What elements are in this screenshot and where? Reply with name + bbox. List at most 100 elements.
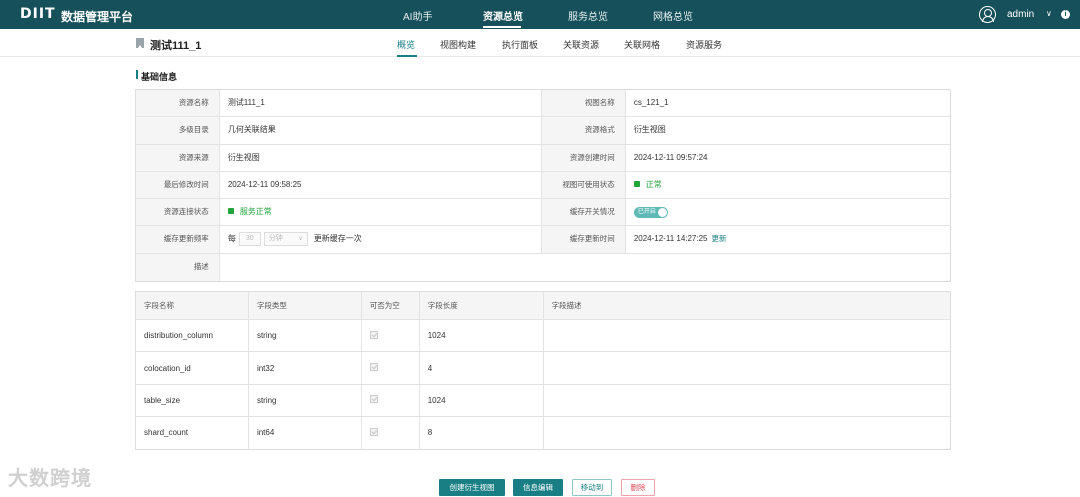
table-row: colocation_id int32 4 xyxy=(135,351,951,385)
cache-time-cell: 2024-12-11 14:27:25 更新 xyxy=(626,226,950,252)
section-title: 基础信息 xyxy=(141,72,178,82)
chevron-down-icon: ∨ xyxy=(298,236,303,243)
app-logo[interactable]: DIIT xyxy=(20,6,56,22)
user-name[interactable]: admin xyxy=(1007,9,1034,20)
tab-view-build[interactable]: 视图构建 xyxy=(440,38,476,51)
view-name-label: 视图名称 xyxy=(542,90,626,117)
catalog-value: 几何关联结果 xyxy=(220,117,542,144)
connection-status-cell: 服务正常 xyxy=(220,199,542,226)
tab-overview[interactable]: 概览 xyxy=(397,38,415,51)
created-time-label: 资源创建时间 xyxy=(542,144,626,171)
field-desc xyxy=(543,351,951,385)
nullable-cell xyxy=(361,383,420,417)
format-label: 资源格式 xyxy=(542,117,626,144)
table-row: shard_count int64 8 xyxy=(135,416,951,450)
nav-grid-overview[interactable]: 网格总览 xyxy=(653,8,693,23)
cache-switch-cell: 已开启 xyxy=(626,199,950,225)
chevron-down-icon[interactable]: ∨ xyxy=(1046,9,1052,18)
col-header-nullable: 可否为空 xyxy=(361,291,420,320)
cache-toggle-label: 已开启 xyxy=(637,209,656,216)
modified-time-label: 最后修改时间 xyxy=(136,171,220,199)
connection-status-label: 资源连接状态 xyxy=(136,199,220,226)
source-value: 衍生视图 xyxy=(220,144,542,171)
field-desc xyxy=(543,318,951,352)
info-row: 资源来源 衍生视图 资源创建时间 2024-12-11 09:57:24 xyxy=(136,144,950,172)
field-name: distribution_column xyxy=(135,318,249,352)
source-label: 资源来源 xyxy=(136,144,220,171)
nullable-cell xyxy=(361,351,420,385)
info-row: 缓存更新频率 每 30 分钟 ∨ 更新缓存一次 缓存更新时间 2024-12-11 14… xyxy=(136,226,950,254)
cache-time-value: 2024-12-11 14:27:25 xyxy=(633,234,708,244)
connection-status-value: 服务正常 xyxy=(239,207,272,217)
field-type: string xyxy=(248,318,362,352)
section-marker xyxy=(136,70,138,79)
description-value xyxy=(220,254,950,281)
cache-frequency-label: 缓存更新频率 xyxy=(136,226,220,253)
cache-switch-label: 缓存开关情况 xyxy=(542,199,626,226)
cache-frequency-prefix: 每 xyxy=(227,234,236,244)
info-icon[interactable]: i xyxy=(1061,10,1070,19)
field-type: string xyxy=(248,383,362,417)
nullable-checkbox xyxy=(369,363,378,372)
cache-frequency-input[interactable]: 30 xyxy=(238,232,261,247)
status-ok-icon xyxy=(227,208,234,215)
resource-name-label: 资源名称 xyxy=(136,90,220,117)
modified-time-value: 2024-12-11 09:58:25 xyxy=(220,171,542,199)
nullable-cell xyxy=(361,318,420,352)
status-ok-icon xyxy=(633,180,640,187)
tab-execution-panel[interactable]: 执行面板 xyxy=(502,38,538,51)
nav-active-indicator xyxy=(483,26,521,28)
nullable-checkbox xyxy=(369,427,378,436)
cache-frequency-cell: 每 30 分钟 ∨ 更新缓存一次 xyxy=(220,226,542,253)
field-length: 4 xyxy=(419,351,544,385)
view-status-label: 视图可使用状态 xyxy=(542,171,626,199)
basic-info-table: 资源名称 测试111_1 视图名称 cs_121_1 多级目录 几何关联结果 资… xyxy=(135,89,951,283)
info-row: 最后修改时间 2024-12-11 09:58:25 视图可使用状态 正常 xyxy=(136,171,950,200)
table-row: table_size string 1024 xyxy=(135,383,951,417)
description-label: 描述 xyxy=(136,253,220,282)
delete-button[interactable]: 删除 xyxy=(621,479,655,496)
table-header-row: 字段名称 字段类型 可否为空 字段长度 字段描述 xyxy=(135,291,951,320)
tab-active-indicator xyxy=(397,55,417,57)
field-name: table_size xyxy=(135,383,249,417)
create-derived-view-button[interactable]: 创建衍生视图 xyxy=(439,479,505,496)
nav-ai-assistant[interactable]: AI助手 xyxy=(403,8,432,23)
info-row: 多级目录 几何关联结果 资源格式 衍生视图 xyxy=(136,117,950,145)
col-header-field-type: 字段类型 xyxy=(248,291,362,320)
field-length: 1024 xyxy=(419,318,544,352)
watermark: 大数跨境 xyxy=(8,466,92,490)
field-name: colocation_id xyxy=(135,351,249,385)
info-row: 资源名称 测试111_1 视图名称 cs_121_1 xyxy=(136,90,950,118)
nav-resource-overview[interactable]: 资源总览 xyxy=(483,8,523,23)
field-length: 8 xyxy=(419,416,544,450)
cache-frequency-unit: 分钟 xyxy=(268,235,283,243)
table-row: distribution_column string 1024 xyxy=(135,318,951,352)
edit-info-button[interactable]: 信息编辑 xyxy=(513,479,563,496)
bookmark-icon xyxy=(136,38,144,48)
toggle-knob xyxy=(657,208,667,218)
tab-related-resources[interactable]: 关联资源 xyxy=(563,38,599,51)
tab-resource-service[interactable]: 资源服务 xyxy=(686,38,722,51)
field-type: int32 xyxy=(248,351,362,385)
move-to-button[interactable]: 移动到 xyxy=(572,479,612,496)
col-header-field-name: 字段名称 xyxy=(135,291,249,320)
format-value: 衍生视图 xyxy=(633,125,666,135)
user-avatar-icon[interactable] xyxy=(979,6,996,23)
created-time-value: 2024-12-11 09:57:24 xyxy=(633,152,708,162)
nullable-checkbox xyxy=(369,395,378,404)
view-status-cell: 正常 xyxy=(626,172,950,198)
cache-refresh-link[interactable]: 更新 xyxy=(712,234,727,243)
field-length: 1024 xyxy=(419,383,544,417)
field-name: shard_count xyxy=(135,416,249,450)
fields-table: 字段名称 字段类型 可否为空 字段长度 字段描述 distribution_co… xyxy=(135,291,951,450)
nav-service-overview[interactable]: 服务总览 xyxy=(568,8,608,23)
view-name-value: cs_121_1 xyxy=(633,98,669,107)
field-type: int64 xyxy=(248,416,362,450)
info-row: 描述 xyxy=(136,253,950,282)
cache-frequency-unit-select[interactable]: 分钟 ∨ xyxy=(263,232,308,247)
cache-frequency-suffix: 更新缓存一次 xyxy=(313,234,362,244)
tab-related-grids[interactable]: 关联网格 xyxy=(624,38,660,51)
resource-name-value: 测试111_1 xyxy=(220,90,542,117)
field-desc xyxy=(543,416,951,450)
cache-toggle[interactable]: 已开启 xyxy=(633,207,668,219)
